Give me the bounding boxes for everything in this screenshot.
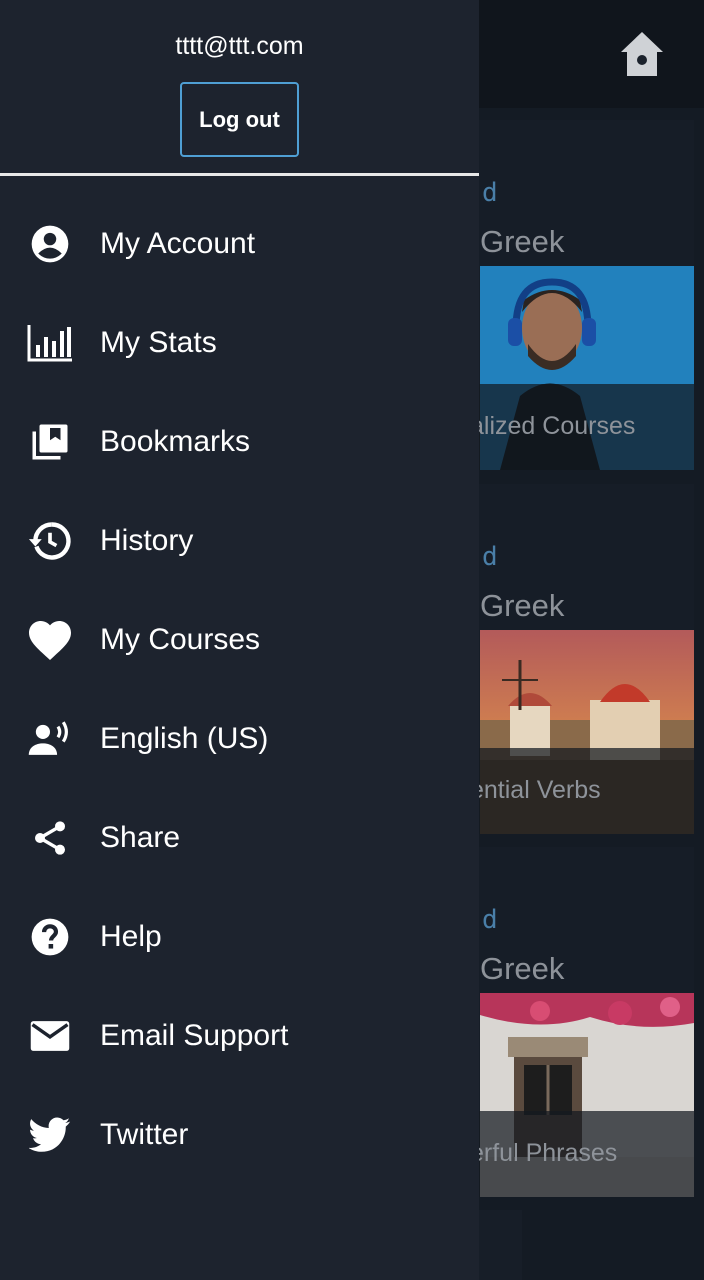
menu-item-label: My Account — [100, 226, 256, 260]
email-icon — [26, 1012, 74, 1060]
menu-item-label: English (US) — [100, 722, 269, 756]
menu-item-label: My Stats — [100, 325, 217, 359]
menu-item-label: Help — [100, 920, 162, 954]
voice-language-icon — [26, 715, 74, 763]
course-language: Greek — [480, 951, 565, 986]
home-icon — [621, 32, 663, 76]
user-email: tttt@ttt.com — [175, 32, 304, 60]
menu-item-help[interactable]: Help — [0, 888, 479, 987]
menu-item-my-account[interactable]: My Account — [0, 194, 479, 293]
help-icon — [26, 913, 74, 961]
menu-item-label: History — [100, 523, 194, 557]
drawer-menu: My Account My Stats Bookmarks History My… — [0, 194, 479, 1185]
menu-item-my-courses[interactable]: My Courses — [0, 590, 479, 689]
caption-bar: alized Courses — [470, 384, 694, 470]
course-card[interactable]: d Greek ential Verbs — [470, 484, 694, 834]
course-language: Greek — [480, 588, 565, 623]
menu-item-email-support[interactable]: Email Support — [0, 987, 479, 1086]
logout-button[interactable]: Log out — [180, 82, 299, 157]
caption-bar: erful Phrases — [470, 1111, 694, 1197]
menu-item-history[interactable]: History — [0, 491, 479, 590]
menu-item-bookmarks[interactable]: Bookmarks — [0, 392, 479, 491]
course-card[interactable]: d Greek alized Courses — [470, 120, 694, 470]
course-level: d — [482, 178, 498, 208]
course-caption: erful Phrases — [470, 1139, 618, 1167]
course-level: d — [482, 542, 498, 572]
course-caption: ential Verbs — [470, 776, 601, 804]
twitter-icon — [26, 1111, 74, 1159]
menu-item-twitter[interactable]: Twitter — [0, 1086, 479, 1185]
heart-icon — [26, 616, 74, 664]
course-card[interactable]: d Greek erful Phrases — [470, 847, 694, 1197]
menu-item-label: Twitter — [100, 1118, 189, 1152]
drawer-header: tttt@ttt.com Log out — [0, 0, 479, 176]
course-language: Greek — [480, 224, 565, 259]
menu-item-share[interactable]: Share — [0, 789, 479, 888]
menu-item-label: Share — [100, 821, 181, 855]
caption-bar: ential Verbs — [470, 748, 694, 834]
menu-item-label: Bookmarks — [100, 424, 251, 458]
course-caption: alized Courses — [470, 412, 636, 440]
divider — [0, 173, 479, 176]
navigation-drawer: tttt@ttt.com Log out My Account My Stats… — [0, 0, 479, 1280]
menu-item-label: My Courses — [100, 622, 261, 656]
menu-item-my-stats[interactable]: My Stats — [0, 293, 479, 392]
history-icon — [26, 517, 74, 565]
stats-bar-icon — [26, 319, 74, 367]
home-button[interactable] — [614, 26, 670, 82]
course-level: d — [482, 905, 498, 935]
menu-item-label: Email Support — [100, 1019, 289, 1053]
bookmarks-icon — [26, 418, 74, 466]
menu-item-language[interactable]: English (US) — [0, 689, 479, 788]
share-icon — [26, 814, 74, 862]
account-circle-icon — [26, 220, 74, 268]
